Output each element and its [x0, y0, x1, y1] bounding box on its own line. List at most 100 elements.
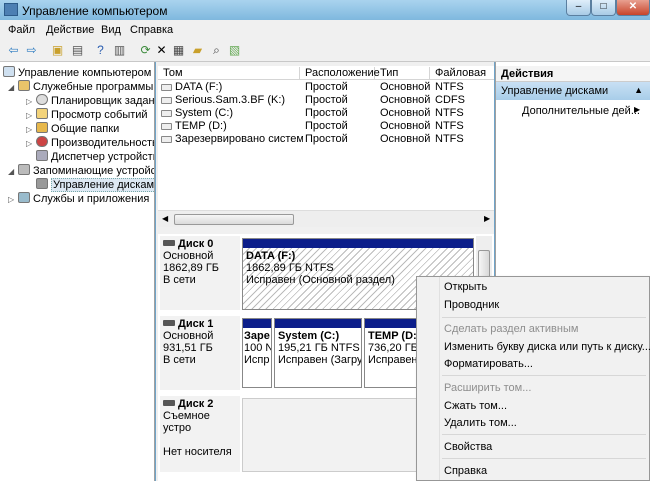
hard-disk-icon: [163, 320, 175, 326]
expand-icon[interactable]: ▷: [26, 123, 36, 137]
forward-icon[interactable]: ⇨: [24, 43, 39, 58]
submenu-arrow-icon: ▶: [634, 105, 641, 114]
menu-item-properties[interactable]: Свойства: [444, 439, 492, 455]
tree-item-shared-folders[interactable]: ▷ Общие папки: [26, 122, 119, 136]
expand-icon[interactable]: ▷: [26, 137, 36, 151]
menu-view[interactable]: Вид: [101, 24, 121, 36]
close-button[interactable]: ✕: [616, 0, 650, 16]
computer-management-icon: [3, 66, 15, 77]
expand-icon[interactable]: ▷: [26, 95, 36, 109]
export-icon[interactable]: ▧: [227, 43, 242, 58]
column-header-volume[interactable]: Том: [158, 67, 300, 80]
more-actions-item[interactable]: Дополнительные дей...: [522, 105, 642, 117]
shared-folder-icon: [36, 122, 48, 133]
menu-item-explorer[interactable]: Проводник: [444, 297, 499, 313]
volume-list-header: Том Расположение Тип Файловая сис: [158, 66, 494, 91]
partition-system-c[interactable]: System (C:) 195,21 ГБ NTFS Исправен (Заг…: [274, 318, 362, 388]
menu-separator: [442, 434, 646, 435]
tree-item-services-apps[interactable]: ▷ Службы и приложения: [8, 192, 149, 206]
window-title: Управление компьютером: [22, 4, 168, 18]
disk-1-label[interactable]: Диск 1 Основной 931,51 ГБ В сети: [160, 316, 240, 390]
show-tree-icon[interactable]: ▤: [70, 43, 85, 58]
scroll-thumb[interactable]: [174, 214, 294, 225]
column-header-layout[interactable]: Расположение: [300, 67, 380, 80]
volume-row[interactable]: TEMP (D:) Простой Основной NTFS: [158, 120, 494, 133]
up-folder-icon[interactable]: ▣: [50, 43, 65, 58]
connect-icon[interactable]: ⟳: [138, 43, 153, 58]
hard-disk-icon: [163, 240, 175, 246]
disk-2-label[interactable]: Диск 2 Съемное устро Нет носителя: [160, 396, 240, 472]
column-header-type[interactable]: Тип: [375, 67, 430, 80]
volume-icon: [161, 123, 172, 130]
expand-icon[interactable]: ▷: [8, 193, 18, 207]
scroll-left-icon[interactable]: ◀: [162, 214, 168, 223]
volume-row[interactable]: Зарезервировано системой Простой Основно…: [158, 133, 494, 146]
console-icon[interactable]: ▥: [112, 43, 127, 58]
tree-item-event-viewer[interactable]: ▷ Просмотр событий: [26, 108, 148, 122]
menu-action[interactable]: Действие: [46, 24, 94, 36]
menu-item-extend-volume[interactable]: Расширить том...: [444, 380, 531, 396]
menu-item-mark-active[interactable]: Сделать раздел активным: [444, 321, 578, 337]
menu-file[interactable]: Файл: [8, 24, 35, 36]
console-tree: Управление компьютером (л ◢ Служебные про…: [0, 62, 155, 481]
delete-icon[interactable]: ✕: [154, 43, 169, 58]
volume-row[interactable]: Serious.Sam.3.BF (K:) Простой Основной C…: [158, 94, 494, 107]
column-header-filesystem[interactable]: Файловая сис: [430, 67, 494, 91]
back-icon[interactable]: ⇦: [6, 43, 21, 58]
clock-icon: [36, 94, 48, 105]
collapse-icon[interactable]: ◢: [8, 165, 18, 179]
disk-0-label[interactable]: Диск 0 Основной 1862,89 ГБ В сети: [160, 236, 240, 310]
menu-bar: Файл Действие Вид Справка: [0, 20, 650, 40]
tree-item-performance[interactable]: ▷ Производительность: [26, 136, 154, 151]
search-icon[interactable]: ⌕: [209, 43, 224, 58]
title-bar: Управление компьютером – □ ✕: [0, 0, 650, 20]
menu-separator: [442, 458, 646, 459]
removable-disk-icon: [163, 400, 175, 406]
collapse-up-icon[interactable]: ▲: [634, 85, 643, 95]
collapse-icon[interactable]: ◢: [8, 81, 18, 95]
menu-item-delete-volume[interactable]: Удалить том...: [444, 415, 517, 431]
storage-icon: [18, 164, 30, 175]
menu-item-open[interactable]: Открыть: [444, 279, 487, 295]
device-manager-icon: [36, 150, 48, 161]
menu-separator: [442, 317, 646, 318]
menu-item-help[interactable]: Справка: [444, 463, 487, 479]
tree-item-disk-management[interactable]: Управление дисками: [26, 178, 154, 192]
computer-management-icon: [4, 3, 18, 16]
tree-item-task-scheduler[interactable]: ▷Планировщик заданий: [26, 94, 154, 109]
menu-separator: [442, 375, 646, 376]
menu-item-change-drive-letter[interactable]: Изменить букву диска или путь к диску...: [444, 339, 650, 355]
menu-item-shrink-volume[interactable]: Сжать том...: [444, 398, 507, 414]
scroll-right-icon[interactable]: ▶: [484, 214, 490, 223]
actions-title: Действия: [496, 66, 650, 82]
tree-item-storage[interactable]: ◢ Запоминающие устройст: [8, 164, 154, 179]
services-icon: [18, 192, 30, 203]
tree-item-system-tools[interactable]: ◢ Служебные программы: [8, 80, 153, 94]
partition-system-reserved[interactable]: Заре 100 N Испр: [242, 318, 272, 388]
volume-icon: [161, 136, 172, 143]
toolbar: ⇦ ⇨ ▣ ▤ ? ▥ ⟳ ✕ ▦ ▰ ⌕ ▧: [0, 40, 650, 62]
menu-item-format[interactable]: Форматировать...: [444, 356, 533, 372]
context-menu: Открыть Проводник Сделать раздел активны…: [416, 276, 650, 481]
maximize-button[interactable]: □: [591, 0, 616, 16]
tree-item-device-manager[interactable]: Диспетчер устройств: [26, 150, 154, 164]
open-icon[interactable]: ▰: [190, 43, 205, 58]
tree-item-computer-management[interactable]: Управление компьютером (л: [3, 66, 154, 80]
performance-icon: [36, 136, 48, 147]
properties-icon[interactable]: ▦: [171, 43, 186, 58]
horizontal-scrollbar[interactable]: ◀ ▶: [158, 210, 494, 227]
tools-icon: [18, 80, 30, 91]
menu-help[interactable]: Справка: [130, 24, 173, 36]
minimize-button[interactable]: –: [566, 0, 591, 16]
volume-list: DATA (F:) Простой Основной NTFS Serious.…: [158, 80, 494, 210]
help-icon[interactable]: ?: [93, 43, 108, 58]
volume-icon: [161, 97, 172, 104]
event-viewer-icon: [36, 108, 48, 119]
volume-row[interactable]: DATA (F:) Простой Основной NTFS: [158, 81, 494, 94]
volume-icon: [161, 110, 172, 117]
expand-icon[interactable]: ▷: [26, 109, 36, 123]
volume-row[interactable]: System (C:) Простой Основной NTFS: [158, 107, 494, 120]
actions-section-disk-management[interactable]: Управление дисками ▲: [496, 82, 650, 100]
volume-icon: [161, 84, 172, 91]
disk-icon: [36, 178, 48, 189]
